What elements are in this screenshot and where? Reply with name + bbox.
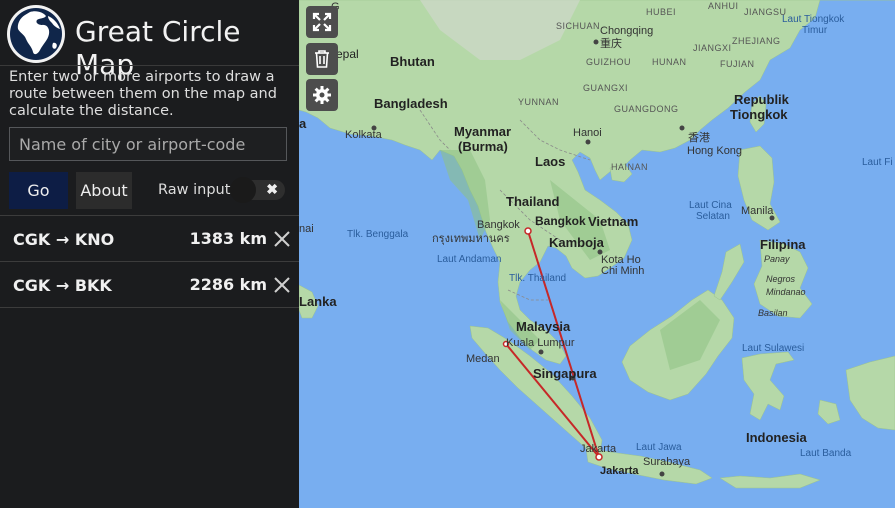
sidebar: Great Circle Map Enter two or more airpo… [0, 0, 299, 508]
map-label: epal [336, 47, 359, 61]
fullscreen-button[interactable] [306, 6, 338, 38]
map-label: Kolkata [345, 129, 383, 141]
map-label: Basilan [758, 308, 788, 318]
map-label: Indonesia [746, 430, 807, 445]
map-label: Filipina [760, 237, 806, 252]
map-label: GUANGXI [583, 83, 628, 93]
map-label: Myanmar [454, 124, 511, 139]
map-label: Laut Andaman [437, 254, 502, 265]
expand-icon [312, 12, 332, 32]
route-item: CGK → KNO 1383 km [0, 216, 299, 262]
map-label: Lanka [299, 294, 337, 309]
map-label: Surabaya [643, 456, 691, 468]
map-label: Laut Banda [800, 448, 852, 459]
remove-route-icon[interactable] [273, 228, 291, 250]
map-label: ANHUI [708, 1, 739, 11]
about-button[interactable]: About [76, 172, 132, 209]
route-item: CGK → BKK 2286 km [0, 262, 299, 308]
map-label: Bangkok [477, 219, 520, 231]
map-label: Hong Kong [687, 145, 742, 157]
route-name: CGK → KNO [13, 230, 115, 249]
map[interactable]: epal Bhutan SICHUAN HUBEI ANHUI JIANGSU … [299, 0, 895, 508]
clear-button[interactable] [306, 43, 338, 75]
map-label: 香港 [688, 131, 710, 144]
map-label: Laut Fi [862, 157, 893, 168]
map-label: Jakarta [600, 465, 639, 477]
route-divider [0, 307, 299, 308]
header: Great Circle Map [0, 0, 299, 81]
map-label: Laut Tiongkok [782, 14, 845, 25]
map-label: (Burma) [458, 139, 508, 154]
settings-button[interactable] [306, 79, 338, 111]
gear-icon [313, 86, 331, 104]
map-label: Malaysia [516, 319, 571, 334]
map-label: Medan [466, 353, 500, 365]
map-label: GUIZHOU [586, 57, 631, 67]
map-canvas: epal Bhutan SICHUAN HUBEI ANHUI JIANGSU … [299, 0, 895, 489]
map-label: Selatan [696, 211, 730, 222]
map-label: HUNAN [652, 57, 687, 67]
map-label: Panay [764, 254, 790, 264]
map-label: Laut Jawa [636, 442, 682, 453]
map-label: Mindanao [766, 287, 806, 297]
map-label: YUNNAN [518, 97, 559, 107]
route-distance: 2286 km [189, 275, 267, 294]
route-name: CGK → BKK [13, 276, 112, 295]
airport-marker-bkk[interactable] [524, 227, 532, 235]
remove-route-icon[interactable] [273, 274, 291, 296]
toggle-off-icon: ✖ [266, 181, 278, 197]
map-label: Hanoi [573, 127, 602, 139]
map-label: FUJIAN [720, 59, 755, 69]
map-label: Bangladesh [374, 96, 448, 111]
map-label: HAINAN [611, 162, 648, 172]
go-button[interactable]: Go [9, 172, 68, 209]
instructions-text: Enter two or more airports to draw a rou… [9, 69, 277, 119]
map-label: Negros [766, 274, 796, 284]
toggle-knob [230, 177, 256, 203]
map-label: 重庆 [600, 36, 622, 50]
header-divider [0, 65, 299, 66]
map-label: Vietnam [588, 214, 638, 229]
map-label: ZHEJIANG [732, 36, 781, 46]
map-label: Bhutan [390, 54, 435, 69]
map-label: GUANGDONG [614, 104, 679, 114]
raw-input-toggle[interactable]: ✖ [230, 177, 285, 203]
map-label: Bangkok [535, 214, 586, 228]
airport-search-input[interactable] [9, 127, 287, 161]
map-label: Singapura [533, 366, 597, 381]
map-label: Timur [802, 25, 828, 36]
map-label: Tlk. Thailand [509, 273, 566, 284]
map-label: Jakarta [580, 443, 617, 455]
trash-icon [315, 50, 329, 68]
map-label: Kuala Lumpur [506, 337, 575, 349]
map-label: กรุงเทพมหานคร [432, 233, 510, 245]
map-label: Chi Minh [601, 265, 644, 277]
map-label: a [299, 116, 307, 131]
map-label: Chongqing [600, 25, 653, 37]
map-label: Laut Sulawesi [742, 343, 804, 354]
raw-input-label: Raw input [158, 182, 231, 198]
map-label: Tiongkok [730, 107, 788, 122]
map-label: nai [299, 223, 314, 235]
map-label: JIANGXI [693, 43, 732, 53]
map-label: Republik [734, 92, 790, 107]
map-label: Laos [535, 154, 565, 169]
map-label: Thailand [506, 194, 560, 209]
map-label: Manila [741, 205, 774, 217]
map-label: Tlk. Benggala [347, 229, 409, 240]
map-label: Kamboja [549, 235, 605, 250]
globe-logo-icon [7, 5, 65, 63]
route-distance: 1383 km [189, 229, 267, 248]
map-label: SICHUAN [556, 21, 600, 31]
map-label: Laut Cina [689, 200, 732, 211]
map-label: HUBEI [646, 7, 676, 17]
map-label: JIANGSU [744, 7, 787, 17]
